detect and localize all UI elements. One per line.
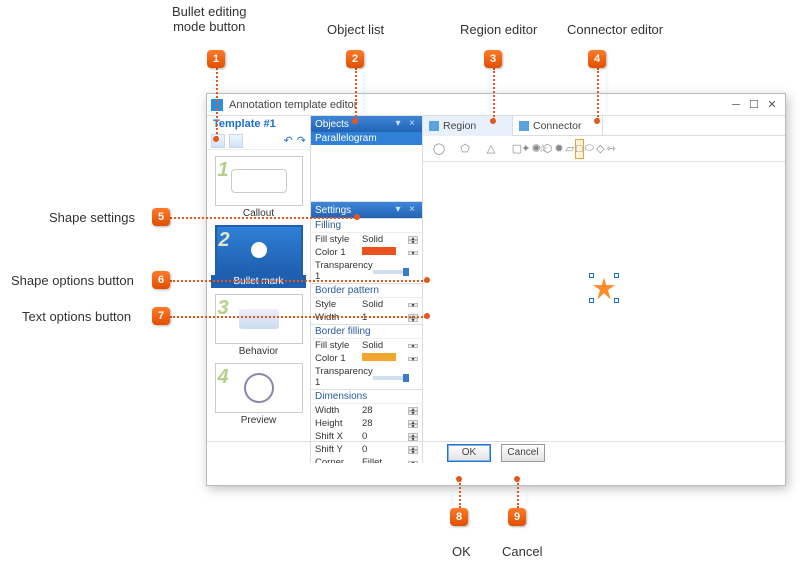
object-row[interactable]: Parallelogram	[311, 132, 422, 145]
objects-expand-icon[interactable]: ▾	[392, 118, 404, 130]
settings-close-icon[interactable]: ×	[406, 204, 418, 216]
setting-color1[interactable]: Color 1▾	[311, 246, 422, 259]
objects-panel-header: Objects ▾ ×	[311, 116, 422, 132]
shape-bucket-icon[interactable]: ⬡	[542, 139, 554, 159]
titlebar: Annotation template editor ─ ☐ ✕	[207, 94, 785, 116]
annotation-label-5: Shape settings	[49, 210, 135, 225]
annotation-label-9: Cancel	[502, 544, 542, 559]
settings-section-filling: Filling	[311, 218, 422, 233]
settings-section-dimensions: Dimensions	[311, 389, 422, 404]
settings-section-border-filling: Border filling	[311, 324, 422, 339]
canvas-shape-object[interactable]	[593, 277, 615, 299]
shape-arrows-icon[interactable]: ⇿	[606, 139, 617, 159]
template-sidebar: Template #1 ↶ ↷ 1 Callout 2 Bullet mark …	[207, 116, 311, 463]
objects-list[interactable]: Parallelogram	[311, 132, 422, 202]
annotation-label-3: Region editor	[460, 22, 537, 37]
template-name: Template #1	[207, 116, 310, 132]
sidebar-item-bullet-mark[interactable]: 2 Bullet mark	[211, 225, 306, 288]
setting-dim-height[interactable]: Height28▴▾	[311, 417, 422, 430]
canvas[interactable]	[423, 162, 785, 463]
annotation-marker-3: 3	[484, 50, 502, 68]
minimize-button[interactable]: ─	[727, 97, 745, 113]
settings-expand-icon[interactable]: ▾	[392, 204, 404, 216]
dialog-footer: OK Cancel	[207, 441, 785, 463]
tab-region[interactable]: Region	[423, 116, 513, 136]
annotation-label-2: Object list	[327, 22, 384, 37]
shape-triangle-icon[interactable]: △	[481, 139, 501, 159]
shape-rounded-icon[interactable]: ⬭	[584, 139, 595, 159]
shape-plus-icon[interactable]: ✦ ✺ ⬡ ✹ ▱ □ ⬭ ◇ ⇿	[559, 139, 579, 159]
annotation-label-8: OK	[452, 544, 471, 559]
annotation-marker-7: 7	[152, 307, 170, 325]
ok-button[interactable]: OK	[447, 444, 491, 462]
setting-bf-color1[interactable]: Color 1▾	[311, 352, 422, 365]
connector-icon	[519, 121, 529, 131]
sidebar-item-label: Preview	[211, 415, 306, 426]
maximize-button[interactable]: ☐	[745, 97, 763, 113]
shape-gear-icon[interactable]: ✹	[553, 139, 564, 159]
setting-fill-style[interactable]: Fill styleSolid▴▾	[311, 233, 422, 246]
properties-column: Objects ▾ × Parallelogram Settings ▾ × F…	[311, 116, 423, 463]
shape-diamond-icon[interactable]: ◇	[595, 139, 605, 159]
shape-burst-icon[interactable]: ✺	[530, 139, 541, 159]
settings-panel: Filling Fill styleSolid▴▾ Color 1▾ Trans…	[311, 218, 422, 463]
settings-panel-header: Settings ▾ ×	[311, 202, 422, 218]
annotation-marker-6: 6	[152, 271, 170, 289]
sidebar-item-behavior[interactable]: 3 Behavior	[211, 294, 306, 357]
shape-pentagon-icon[interactable]: ⬠	[455, 139, 475, 159]
annotation-label-4: Connector editor	[567, 22, 663, 37]
annotation-label-1: Bullet editing mode button	[172, 4, 246, 34]
objects-close-icon[interactable]: ×	[406, 118, 418, 130]
setting-bf-transparency1[interactable]: Transparency 1	[311, 365, 422, 389]
annotation-marker-2: 2	[346, 50, 364, 68]
setting-dim-width[interactable]: Width28▴▾	[311, 404, 422, 417]
settings-section-border-pattern: Border pattern	[311, 283, 422, 298]
shape-circle-icon[interactable]: ◯	[429, 139, 449, 159]
cancel-button[interactable]: Cancel	[501, 444, 545, 462]
undo-button[interactable]: ↶	[284, 134, 293, 147]
annotation-marker-4: 4	[588, 50, 606, 68]
sidebar-item-preview[interactable]: 4 Preview	[211, 363, 306, 426]
window-title: Annotation template editor	[229, 99, 357, 111]
annotation-marker-5: 5	[152, 208, 170, 226]
shape-parallelogram-icon[interactable]: ▱	[565, 139, 575, 159]
annotation-label-6: Shape options button	[11, 273, 134, 288]
annotation-label-7: Text options button	[22, 309, 131, 324]
sidebar-item-callout[interactable]: 1 Callout	[211, 156, 306, 219]
editor-window: Annotation template editor ─ ☐ ✕ Templat…	[206, 93, 786, 486]
annotation-marker-1: 1	[207, 50, 225, 68]
setting-style[interactable]: StyleSolid▾	[311, 298, 422, 311]
shape-toolbar: ◯ ⬠ △ ▢ ☆ ✦ ✺ ⬡ ✹ ▱ □ ⬭ ◇ ⇿	[423, 136, 785, 162]
mode-button-bullet[interactable]	[229, 134, 243, 148]
region-icon	[429, 121, 439, 131]
annotation-marker-8: 8	[450, 508, 468, 526]
annotation-marker-9: 9	[508, 508, 526, 526]
sidebar-toolbar: ↶ ↷	[207, 132, 310, 150]
canvas-column: Region Connector ◯ ⬠ △ ▢ ☆ ✦ ✺ ⬡ ✹ ▱ □ ⬭	[423, 116, 785, 463]
close-button[interactable]: ✕	[763, 97, 781, 113]
setting-bf-fill-style[interactable]: Fill styleSolid▾	[311, 339, 422, 352]
sidebar-item-label: Behavior	[211, 346, 306, 357]
tab-connector[interactable]: Connector	[513, 116, 603, 136]
shape-square-icon[interactable]: □	[575, 139, 584, 159]
redo-button[interactable]: ↷	[297, 134, 306, 147]
